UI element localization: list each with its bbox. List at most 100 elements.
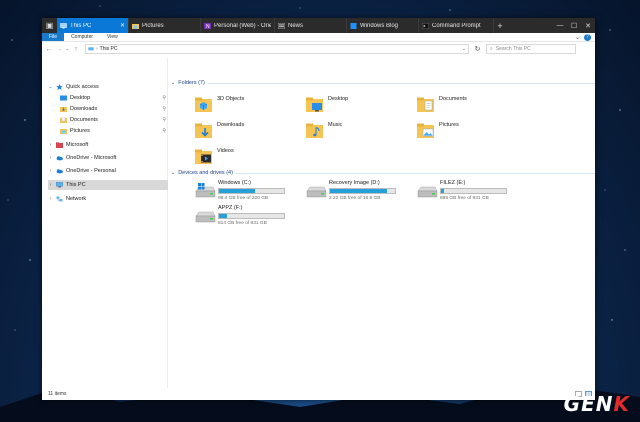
documents-folder-icon — [417, 97, 434, 112]
help-icon[interactable]: ? — [584, 33, 591, 41]
item-count: 11 items — [48, 391, 67, 397]
folder-videos[interactable]: Videos — [195, 144, 305, 168]
drive-recovery-d[interactable]: Recovery Image (D:) 2.22 GB free of 16.9… — [306, 180, 421, 202]
pin-icon[interactable]: ⚲ — [162, 117, 166, 123]
pin-icon[interactable]: ⚲ — [162, 128, 166, 134]
genk-watermark-logo: GENK — [563, 392, 630, 416]
folder-label: Downloads — [217, 122, 245, 128]
tab-label: Pictures — [142, 22, 164, 29]
expand-chevron-icon[interactable]: › — [48, 182, 53, 188]
sidebar-item-label: Desktop — [70, 95, 91, 101]
drive-filez-e[interactable]: FILEZ (E:) 898 GB free of 931 GB — [417, 180, 532, 202]
sidebar-item-documents[interactable]: Documents ⚲ — [60, 115, 166, 125]
tab-command-prompt[interactable]: Command Prompt — [419, 18, 494, 33]
folder-downloads[interactable]: Downloads — [195, 118, 305, 142]
folder-music[interactable]: Music — [306, 118, 416, 142]
sidebar-item-this-pc[interactable]: › This PC — [48, 180, 168, 190]
close-tab-icon[interactable]: ✕ — [118, 22, 125, 29]
forward-arrow-icon[interactable]: → — [55, 46, 63, 53]
pictures-folder-icon — [417, 123, 434, 138]
desktop-folder-icon — [60, 95, 67, 101]
sidebar-item-onedrive-personal[interactable]: › OneDrive - Personal — [48, 166, 166, 176]
drive-usage-fill — [219, 214, 228, 218]
drive-usage-bar — [329, 188, 396, 194]
folder-desktop[interactable]: Desktop — [306, 92, 416, 116]
sidebar-item-label: Pictures — [70, 128, 90, 134]
sidebar-item-pictures[interactable]: Pictures ⚲ — [60, 126, 166, 136]
ribbon: File Computer View ⌄ ? — [42, 33, 595, 42]
expand-chevron-icon[interactable]: › — [48, 196, 53, 202]
drive-label: APPZ (F:) — [218, 205, 243, 211]
downloads-folder-icon — [60, 107, 67, 112]
sidebar-item-label: OneDrive - Personal — [66, 168, 116, 174]
sidebar-item-quick-access[interactable]: ⌄ Quick access — [48, 82, 166, 92]
folder-pictures[interactable]: Pictures — [417, 118, 527, 142]
edge-icon — [350, 22, 357, 29]
path-history-chevron-icon[interactable]: ⌄ — [462, 46, 466, 52]
tab-label: Windows Blog — [360, 22, 399, 29]
up-arrow-icon[interactable]: ↑ — [72, 46, 80, 53]
search-icon: ⌕ — [490, 46, 493, 52]
sidebar-item-desktop[interactable]: Desktop ⚲ — [60, 93, 166, 103]
folder-label: 3D Objects — [217, 96, 245, 102]
tab-onenote[interactable]: N Personal (Web) - One — [201, 18, 275, 33]
ribbon-tab-view[interactable]: View — [100, 33, 125, 41]
downloads-folder-icon — [195, 123, 212, 138]
back-arrow-icon[interactable]: ← — [45, 46, 53, 53]
sidebar-item-downloads[interactable]: Downloads ⚲ — [60, 104, 166, 114]
folder-3d-objects[interactable]: 3D Objects — [195, 92, 305, 116]
collapse-chevron-icon[interactable]: ⌄ — [171, 170, 175, 176]
content-pane: ⌄ Folders (7) 3D Objects Desktop Documen… — [169, 58, 595, 388]
file-explorer-window: ▣ This PC ✕ Pictures N Personal (Web) - … — [42, 18, 595, 400]
folder-documents[interactable]: Documents — [417, 92, 527, 116]
expand-chevron-icon[interactable]: › — [48, 142, 53, 148]
sidebar-item-microsoft[interactable]: › Microsoft — [48, 140, 166, 150]
recent-locations-chevron-icon[interactable]: ⌄ — [65, 46, 70, 52]
drive-usage-fill — [330, 189, 387, 193]
drive-free-space: 814 GB free of 931 GB — [218, 221, 267, 226]
tab-windows-blog[interactable]: Windows Blog — [347, 18, 419, 33]
onenote-icon: N — [204, 22, 211, 29]
documents-folder-icon — [60, 117, 67, 123]
group-title: Folders (7) — [178, 80, 205, 86]
tab-pictures[interactable]: Pictures — [129, 18, 201, 33]
drives-group-header[interactable]: ⌄ Devices and drives (4) — [171, 169, 595, 177]
expand-chevron-icon[interactable]: ⌄ — [48, 84, 53, 90]
network-icon — [56, 196, 63, 202]
search-input[interactable]: ⌕ Search This PC — [486, 44, 576, 54]
pin-icon[interactable]: ⚲ — [162, 106, 166, 112]
minimize-button[interactable]: — — [553, 18, 567, 33]
drive-windows-c[interactable]: Windows (C:) 98.4 GB free of 220 GB — [195, 180, 310, 202]
folder-label: Pictures — [439, 122, 459, 128]
pin-icon[interactable]: ⚲ — [162, 95, 166, 101]
expand-ribbon-icon[interactable]: ⌄ — [575, 34, 580, 41]
refresh-icon[interactable]: ↻ — [473, 45, 482, 53]
tab-this-pc[interactable]: This PC ✕ — [57, 18, 129, 33]
folder-label: Music — [328, 122, 343, 128]
ribbon-tab-computer[interactable]: Computer — [64, 33, 100, 41]
drive-appz-f[interactable]: APPZ (F:) 814 GB free of 931 GB — [195, 205, 310, 227]
tab-news[interactable]: News — [275, 18, 347, 33]
sidebar-item-onedrive-microsoft[interactable]: › OneDrive - Microsoft — [48, 153, 166, 163]
folders-group-header[interactable]: ⌄ Folders (7) — [171, 79, 595, 87]
breadcrumb-this-pc[interactable]: This PC — [100, 46, 118, 52]
collapse-chevron-icon[interactable]: ⌄ — [171, 80, 175, 86]
cmd-icon — [422, 22, 429, 29]
expand-chevron-icon[interactable]: › — [48, 168, 53, 174]
sidebar-item-network[interactable]: › Network — [48, 194, 166, 204]
path-input[interactable]: › This PC ⌄ — [85, 44, 469, 54]
expand-chevron-icon[interactable]: › — [48, 155, 53, 161]
drive-label: Recovery Image (D:) — [329, 180, 380, 186]
drive-label: Windows (C:) — [218, 180, 252, 186]
tab-label: News — [288, 22, 304, 29]
drive-icon — [195, 211, 216, 223]
pictures-folder-icon — [132, 23, 139, 29]
new-tab-button[interactable]: + — [494, 18, 506, 33]
drive-usage-fill — [441, 189, 444, 193]
drive-free-space: 2.22 GB free of 16.9 GB — [329, 196, 381, 201]
task-view-icon[interactable]: ▣ — [42, 18, 57, 33]
folder-label: Videos — [217, 148, 234, 154]
ribbon-tab-file[interactable]: File — [42, 33, 65, 41]
close-button[interactable]: ✕ — [581, 18, 595, 33]
maximize-button[interactable]: ☐ — [567, 18, 581, 33]
